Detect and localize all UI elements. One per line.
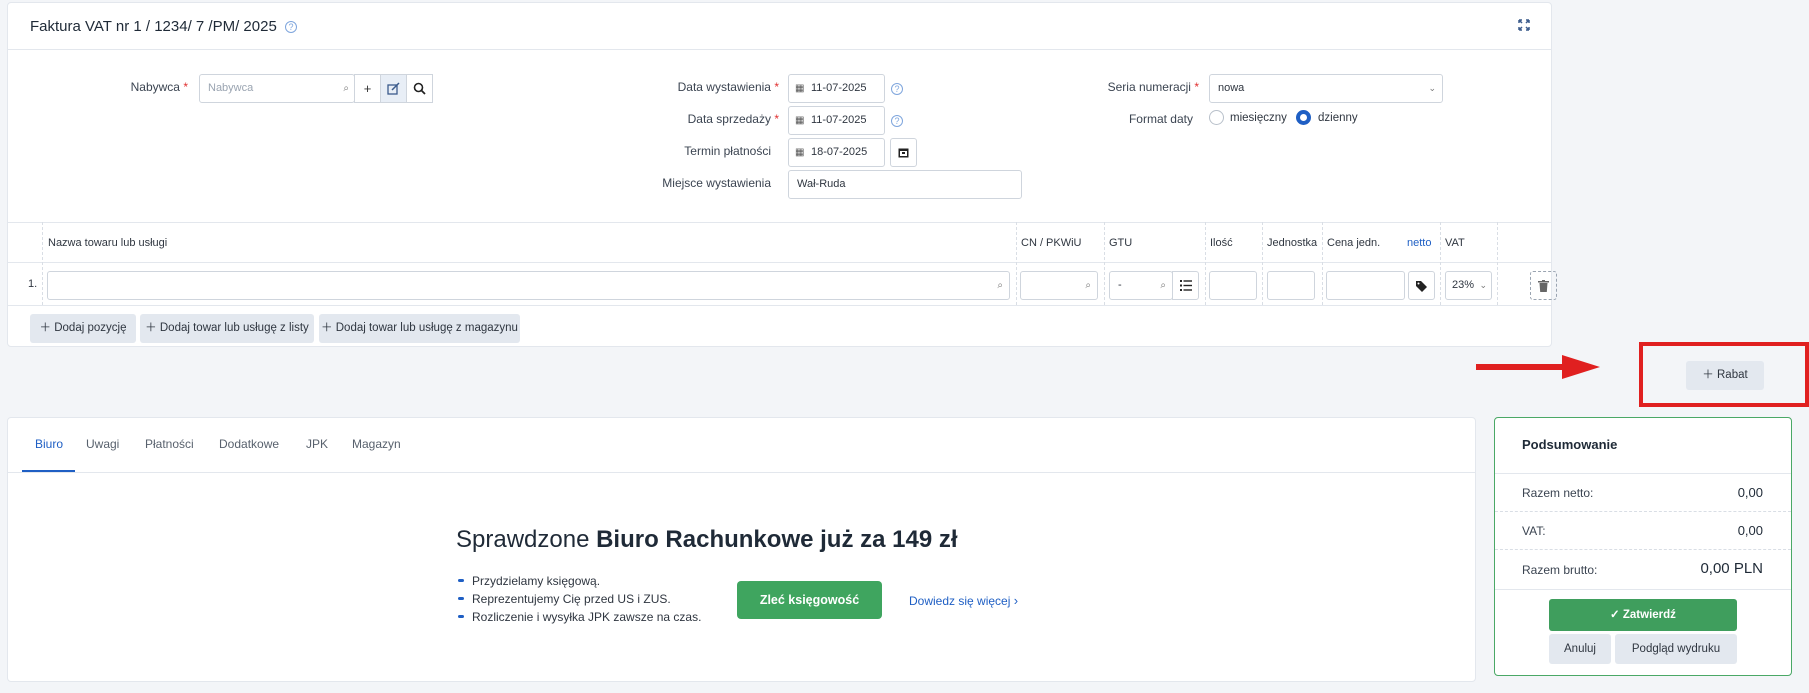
promo-bullet: Rozliczenie i wysyłka JPK zawsze na czas… (458, 610, 701, 628)
summary-net-row: Razem netto: 0,00 (1522, 485, 1763, 500)
col-vat-header: VAT (1445, 237, 1465, 249)
place-label: Miejsce wystawienia (662, 176, 771, 190)
payment-term-input[interactable]: ▦ 18-07-2025 (788, 138, 885, 167)
print-preview-button[interactable]: Podgląd wydruku (1615, 634, 1737, 664)
summary-title: Podsumowanie (1522, 437, 1618, 452)
order-accounting-button[interactable]: Zleć księgowość (737, 581, 882, 619)
issue-date-help-icon[interactable]: ? (891, 83, 903, 95)
add-from-list-button[interactable]: ＋ Dodaj towar lub usługę z listy (140, 314, 314, 343)
chevron-right-icon: › (1013, 593, 1019, 608)
summary-vat-row: VAT: 0,00 (1522, 523, 1763, 538)
col-price-header: Cena jedn. (1327, 237, 1381, 249)
col-cn-header: CN / PKWiU (1021, 237, 1082, 249)
tab-biuro[interactable]: Biuro (35, 437, 63, 451)
unit-input[interactable] (1267, 271, 1315, 300)
add-position-button[interactable]: ＋ Dodaj pozycję (30, 314, 136, 343)
item-name-input[interactable]: ⌕ (47, 271, 1010, 300)
gtu-list-button[interactable] (1172, 271, 1199, 300)
calendar-icon: ▦ (795, 147, 805, 158)
tab-platnosci[interactable]: Płatności (145, 437, 194, 451)
calendar-icon: ▦ (795, 115, 805, 126)
gtu-input[interactable]: - ⌕ (1109, 271, 1173, 300)
cn-input[interactable]: ⌕ (1020, 271, 1098, 300)
sale-date-help-icon[interactable]: ? (891, 115, 903, 127)
promo-bullet: Przydzielamy księgową. (458, 574, 701, 592)
place-input[interactable]: Wał-Ruda (788, 170, 1022, 199)
search-icon: ⌕ (1085, 280, 1091, 291)
tab-magazyn[interactable]: Magazyn (352, 437, 401, 451)
learn-more-link[interactable]: Dowiedz się więcej › (909, 593, 1018, 608)
edit-buyer-button[interactable] (380, 74, 407, 103)
tab-jpk[interactable]: JPK (306, 437, 328, 451)
series-select[interactable]: nowa ⌄ (1209, 74, 1443, 103)
promo-bullet: Reprezentujemy Cię przed US i ZUS. (458, 592, 701, 610)
discount-button[interactable]: ＋ Rabat (1686, 361, 1764, 390)
search-buyer-button[interactable] (406, 74, 433, 103)
price-input[interactable] (1326, 271, 1405, 300)
invoice-card: Faktura VAT nr 1 / 1234/ 7 /PM/ 2025 ? N… (7, 2, 1557, 347)
check-icon: ✓ (1610, 609, 1620, 621)
sale-date-label: Data sprzedaży * (687, 112, 779, 126)
price-tag-button[interactable] (1408, 271, 1435, 300)
page-title: Faktura VAT nr 1 / 1234/ 7 /PM/ 2025 ? (30, 18, 297, 35)
netto-toggle[interactable]: netto (1407, 237, 1431, 249)
series-label: Seria numeracji * (1107, 80, 1199, 94)
tab-dodatkowe[interactable]: Dodatkowe (219, 437, 279, 451)
col-qty-header: Ilość (1210, 237, 1233, 249)
vat-select[interactable]: 23% ⌄ (1445, 271, 1492, 300)
annotation-arrow-icon (1476, 355, 1600, 379)
chevron-down-icon: ⌄ (1479, 280, 1487, 290)
issue-date-label: Data wystawienia * (677, 80, 779, 94)
expand-icon[interactable] (1518, 19, 1530, 31)
qty-input[interactable] (1209, 271, 1257, 300)
active-tab-indicator (22, 470, 75, 472)
add-from-warehouse-button[interactable]: ＋ Dodaj towar lub usługę z magazynu (319, 314, 520, 343)
tabs-card: Biuro Uwagi Płatności Dodatkowe JPK Maga… (7, 417, 1476, 682)
cancel-button[interactable]: Anuluj (1549, 634, 1611, 664)
add-buyer-button[interactable]: + (354, 74, 381, 103)
col-gtu-header: GTU (1109, 237, 1133, 249)
search-icon: ⌕ (1160, 280, 1166, 291)
invoice-title: Faktura VAT nr 1 / 1234/ 7 /PM/ 2025 (30, 18, 277, 35)
payment-term-label: Termin płatności (684, 144, 771, 158)
chevron-down-icon: ⌄ (1428, 83, 1436, 93)
col-name-header: Nazwa towaru lub usługi (48, 237, 168, 249)
date-format-label: Format daty (1128, 112, 1193, 126)
search-icon: ⌕ (343, 83, 349, 94)
row-index: 1. (28, 278, 38, 290)
search-icon: ⌕ (997, 280, 1003, 291)
buyer-label: Nabywca * (130, 80, 188, 94)
confirm-button[interactable]: ✓ Zatwierdź (1549, 599, 1737, 631)
promo-bullets: Przydzielamy księgową. Reprezentujemy Ci… (458, 574, 701, 628)
calendar-icon: ▦ (795, 83, 805, 94)
issue-date-input[interactable]: ▦ 11-07-2025 (788, 74, 885, 103)
buyer-input[interactable]: Nabywca ⌕ (199, 74, 355, 103)
sale-date-input[interactable]: ▦ 11-07-2025 (788, 106, 885, 135)
summary-card: Podsumowanie Razem netto: 0,00 VAT: 0,00… (1494, 417, 1792, 676)
col-unit-header: Jednostka (1267, 237, 1318, 249)
promo-headline: Sprawdzone Biuro Rachunkowe już za 149 z… (456, 526, 958, 553)
tab-uwagi[interactable]: Uwagi (86, 437, 119, 451)
help-icon[interactable]: ? (284, 21, 297, 33)
delete-row-button[interactable] (1530, 271, 1557, 300)
summary-gross-row: Razem brutto: 0,00 PLN (1522, 560, 1763, 577)
payment-term-calendar-button[interactable] (890, 138, 917, 167)
